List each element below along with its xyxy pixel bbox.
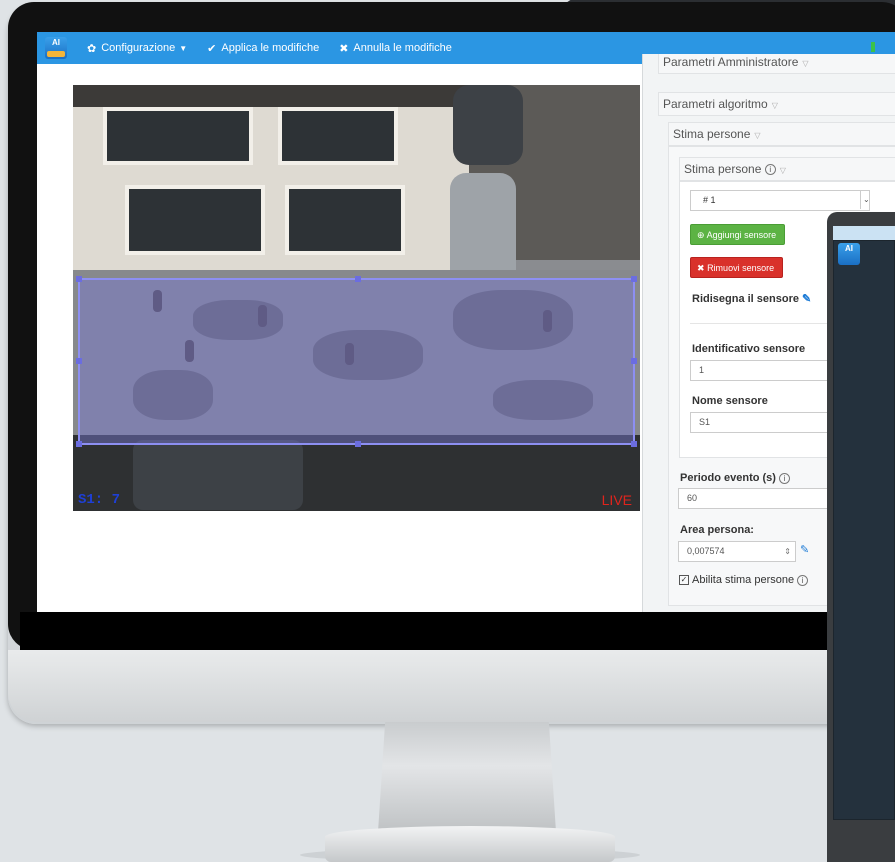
stima-persone-inner-header[interactable]: Stima persone i ▽ [679,157,895,181]
apply-changes-button[interactable]: ✔ Applica le modifiche [207,42,319,55]
spinner-icon[interactable]: ⇕ [784,542,791,561]
sensor-select[interactable]: # 1 ⌄ [690,190,870,211]
algo-params-label: Parametri algoritmo [663,97,768,111]
algo-params-header[interactable]: Parametri algoritmo ▽ [658,92,895,116]
event-period-label: Periodo evento (s) [680,472,776,484]
building-window [125,185,265,255]
caret-down-icon: ▽ [779,166,786,175]
resize-handle[interactable] [355,441,361,447]
camera-label: S1: 7 [78,492,121,508]
redraw-sensor-link[interactable]: Ridisegna il sensore ✎ [692,292,811,305]
monitor-stand [378,722,556,832]
check-icon: ✔ [207,42,217,55]
remove-sensor-label: Rimuovi sensore [707,263,775,273]
config-menu-label: Configurazione [101,42,176,54]
pencil-icon[interactable]: ✎ [802,293,811,305]
sensor-name-label: Nome sensore [692,395,768,407]
config-menu[interactable]: ✿ Configurazione ▼ [87,42,187,55]
resize-handle[interactable] [355,276,361,282]
info-icon[interactable]: i [779,472,791,484]
building-window [278,107,398,165]
video-building [73,85,473,270]
info-icon[interactable]: i [764,164,776,176]
video-car [133,440,303,510]
sensor-id-label: Identificativo sensore [692,343,806,355]
gear-icon: ✿ [87,42,97,55]
event-period-label-group: Periodo evento (s) i [680,472,791,484]
status-indicator [871,42,875,52]
live-indicator: LIVE [601,492,632,508]
enable-stima-label: Abilita stima persone [692,574,795,586]
building-window [103,107,253,165]
event-period-field[interactable]: 60 [678,488,833,509]
chevron-down-icon: ⌄ [860,190,870,209]
plus-circle-icon: ⊕ [697,230,705,240]
close-circle-icon: ✖ [697,263,705,273]
close-icon: ✖ [339,42,349,55]
add-sensor-label: Aggiungi sensore [706,230,777,240]
remove-sensor-button[interactable]: ✖ Rimuovi sensore [690,257,784,278]
sensor-region[interactable] [76,276,637,447]
building-window [285,185,405,255]
resize-handle[interactable] [76,441,82,447]
person-area-value: 0,007574 [687,546,725,556]
stima-persone-inner-label: Stima persone [684,162,762,176]
screen-bottom-border [20,612,895,650]
monitor-stand-base [325,826,615,862]
second-device-screen [833,240,895,820]
caret-down-icon: ▽ [754,131,761,140]
admin-params-label: Parametri Amministratore [663,55,799,69]
resize-handle[interactable] [76,276,82,282]
divider [690,323,830,324]
video-feed[interactable]: S1: 7 LIVE [73,85,640,511]
pencil-icon[interactable]: ✎ [800,543,809,556]
cancel-changes-label: Annulla le modifiche [353,42,452,54]
stima-persone-outer-header[interactable]: Stima persone ▽ [668,122,895,146]
app-logo[interactable]: AI [45,37,67,59]
sensor-name-field[interactable]: S1 [690,412,835,433]
resize-handle[interactable] [631,441,637,447]
stima-persone-outer-label: Stima persone [673,127,751,141]
enable-stima-checkbox[interactable]: ✓ Abilita stima persone i [679,574,809,586]
second-device-logo: AI [838,243,860,265]
apply-changes-label: Applica le modifiche [221,42,320,54]
caret-down-icon: ▽ [771,101,778,110]
building-roof [73,85,473,107]
person-area-label: Area persona: [680,524,754,536]
resize-handle[interactable] [631,358,637,364]
redraw-sensor-label: Ridisegna il sensore [692,293,799,305]
info-icon[interactable]: i [797,574,809,586]
video-car [453,85,523,165]
monitor-chin [8,650,895,722]
admin-params-header[interactable]: Parametri Amministratore ▽ [658,54,895,74]
caret-down-icon: ▽ [802,59,809,68]
person-area-field[interactable]: 0,007574 ⇕ [678,541,796,562]
resize-handle[interactable] [76,358,82,364]
sensor-select-value: # 1 [703,195,716,205]
resize-handle[interactable] [631,276,637,282]
checkbox-checked-icon[interactable]: ✓ [679,575,689,586]
cancel-changes-button[interactable]: ✖ Annulla le modifiche [339,42,452,55]
add-sensor-button[interactable]: ⊕ Aggiungi sensore [690,224,786,245]
caret-down-icon: ▼ [179,43,188,53]
sensor-id-field[interactable]: 1 [690,360,835,381]
